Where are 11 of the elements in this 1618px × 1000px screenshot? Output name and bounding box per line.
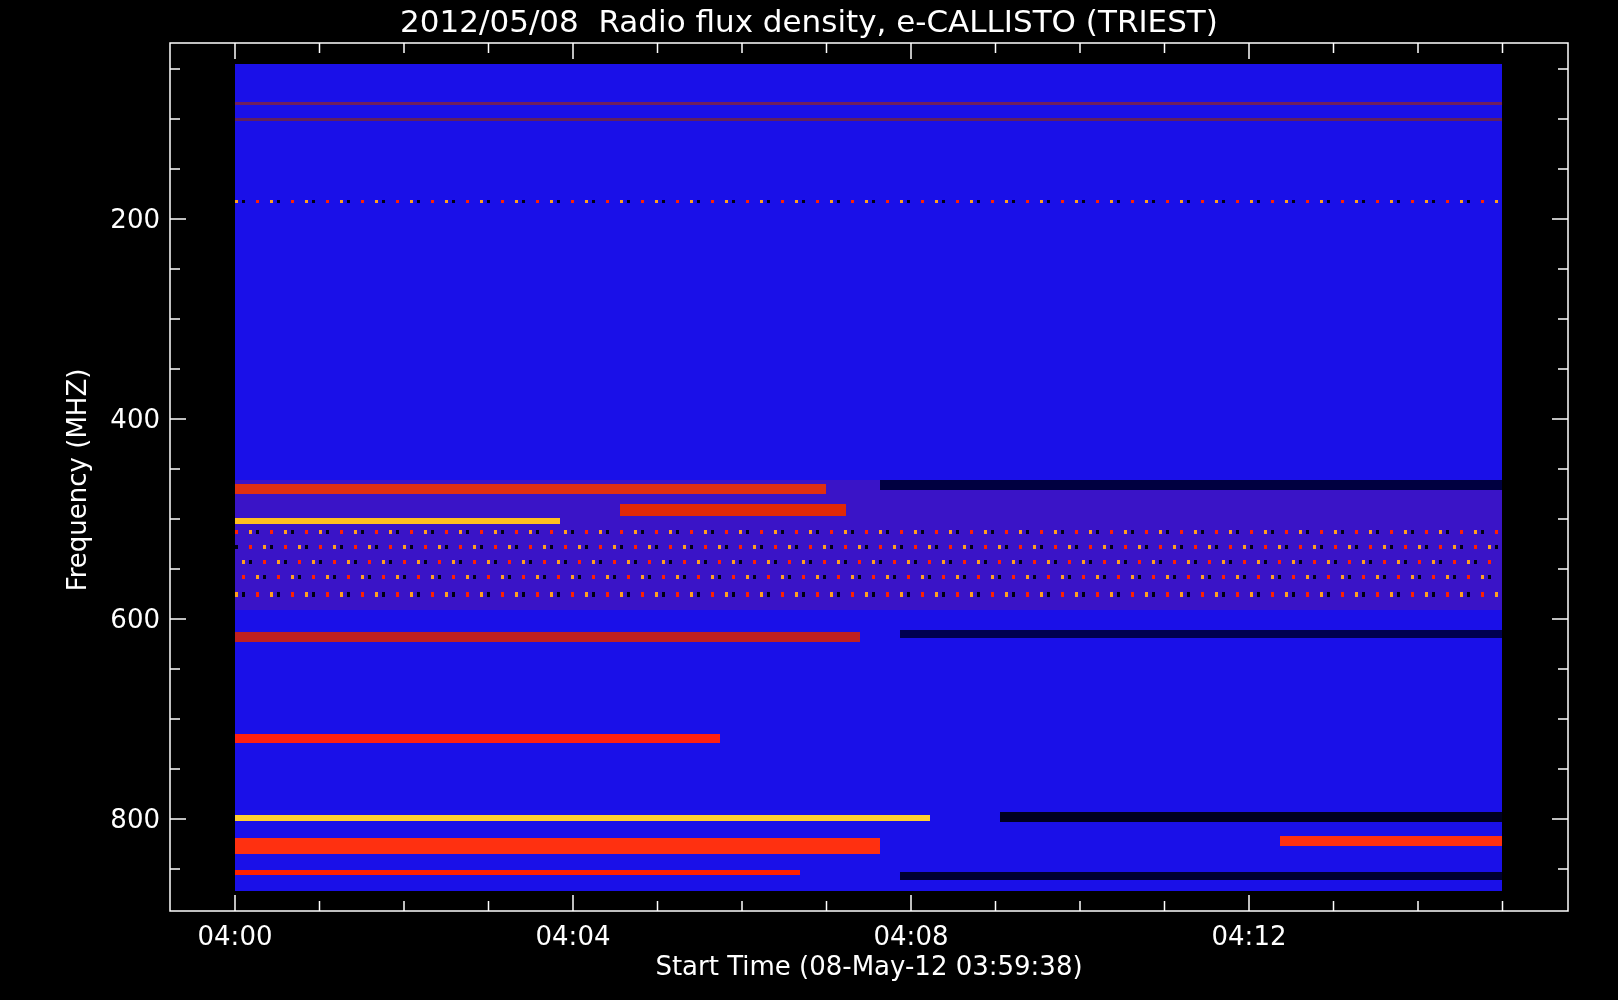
x-tick-label: 04:04: [535, 921, 611, 951]
y-tick-label: 400: [110, 404, 160, 434]
x-tick-label: 04:12: [1211, 921, 1287, 951]
plot-title: 2012/05/08 Radio flux density, e-CALLISTO (TRIEST): [400, 3, 1218, 39]
x-axis-label: Start Time (08-May-12 03:59:38): [655, 951, 1083, 981]
y-tick-label: 600: [110, 604, 160, 634]
x-tick-label: 04:00: [197, 921, 273, 951]
x-tick-label: 04:08: [873, 921, 949, 951]
y-axis-label: Frequency (MHZ): [62, 368, 92, 592]
y-tick-label: 200: [110, 204, 160, 234]
y-tick-label: 800: [110, 804, 160, 834]
